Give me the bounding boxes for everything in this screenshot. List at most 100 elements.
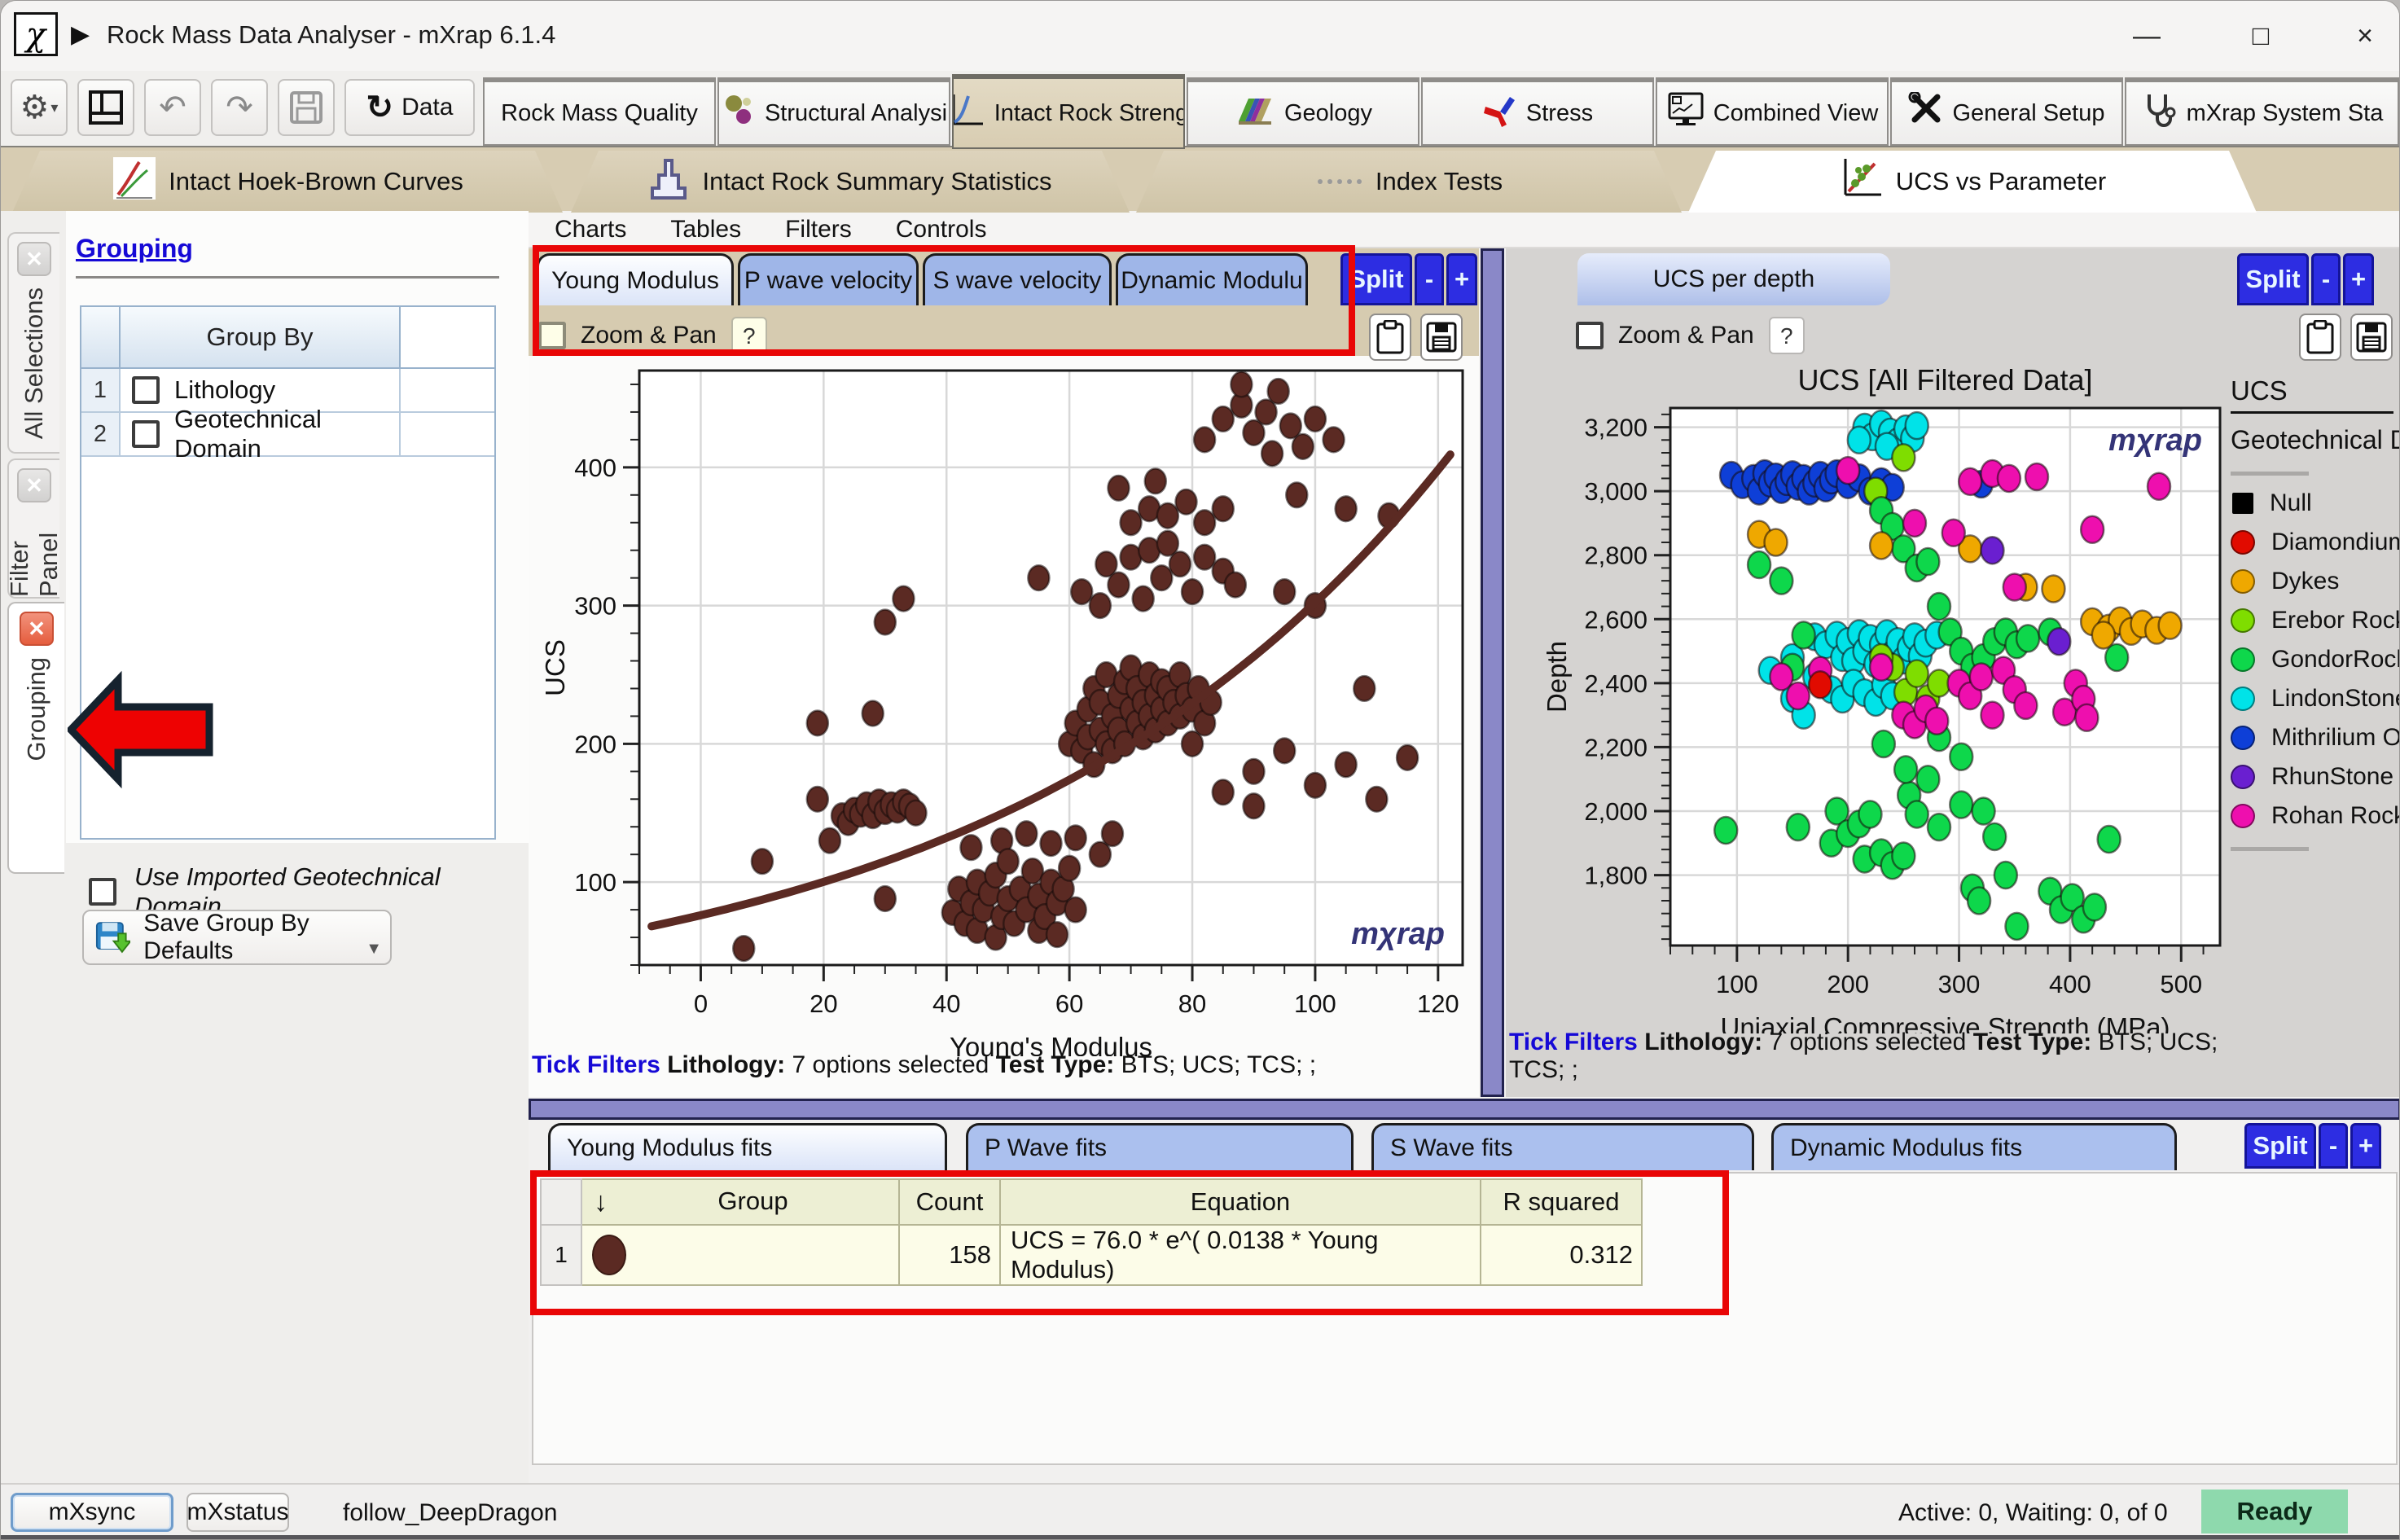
group-column-header[interactable]: ↓Group [581,1179,899,1225]
right-tick-filters: Tick Filters Lithology: 7 options select… [1509,1029,2266,1084]
legend-scroll-grip[interactable] [2231,847,2309,851]
clipboard-icon [1376,320,1404,354]
page-tab-index-tests[interactable]: Index Tests [1136,151,1682,213]
collapse-button[interactable]: - [1415,253,1444,305]
help-button[interactable]: ? [731,317,767,354]
split-button[interactable]: Split [2244,1123,2316,1169]
chart-tab-s-wave-velocity[interactable]: S wave velocity [923,253,1112,305]
vertical-splitter[interactable] [1481,248,1504,1097]
undo-button[interactable]: ↶ [144,79,201,136]
group-by-column-header[interactable]: Group By [121,307,401,367]
fits-tab-s-wave-fits[interactable]: S Wave fits [1371,1123,1754,1170]
legend-item-mithrilium-ore[interactable]: Mithrilium Ore [2231,718,2398,757]
close-icon[interactable]: ✕ [17,468,51,502]
page-tab-intact-rock-summary-statistics[interactable]: Intact Rock Summary Statistics [571,151,1130,213]
expand-button[interactable]: + [2350,1123,2381,1169]
app-tab-rock-mass-quality[interactable]: Rock Mass Quality [483,77,716,146]
chart-tab-young-modulus[interactable]: Young Modulus [537,253,734,305]
menu-filters[interactable]: Filters [785,216,852,244]
app-tab-geology[interactable]: Geology [1187,77,1419,146]
r-squared-column-header[interactable]: R squared [1481,1179,1642,1225]
menu-controls[interactable]: Controls [896,216,987,244]
page-tab-label: Intact Hoek-Brown Curves [169,167,463,196]
geotechnical-domain-checkbox[interactable] [132,420,160,448]
close-button[interactable]: × [2328,15,2400,56]
tick-filters-link[interactable]: Tick Filters [1509,1029,1638,1055]
layout-button[interactable] [77,79,134,136]
save-button[interactable] [278,79,335,136]
expand-button[interactable]: + [1446,253,1477,305]
fits-data-row[interactable]: 1 158 UCS = 76.0 * e^( 0.0138 * Young Mo… [541,1225,1642,1285]
chart-tab-dynamic-modulu[interactable]: Dynamic Modulu [1116,253,1308,305]
app-tab-general-setup[interactable]: General Setup [1890,77,2123,146]
legend-item-erebor-rock[interactable]: Erebor Rock [2231,601,2398,640]
save-chart-button[interactable] [1420,314,1463,361]
fits-tab-p-wave-fits[interactable]: P Wave fits [966,1123,1354,1170]
legend-label: Diamondium Ore [2271,529,2400,556]
legend-scroll-grip[interactable] [2231,472,2309,476]
fits-header-row: ↓Group Count Equation R squared [541,1179,1642,1225]
title-bar: χ ▶ Rock Mass Data Analyser - mXrap 6.1.… [1,1,2399,71]
legend-item-diamondium-ore[interactable]: Diamondium Ore [2231,523,2398,562]
count-column-header[interactable]: Count [899,1179,1000,1225]
legend-item-lindonstone[interactable]: LindonStone [2231,679,2398,718]
mxsync-button[interactable]: mXsync [11,1493,173,1532]
svg-text:60: 60 [1055,989,1083,1018]
maximize-button[interactable]: □ [2224,15,2297,56]
page-tab-label: UCS vs Parameter [1896,167,2106,196]
fits-tab-young-modulus-fits[interactable]: Young Modulus fits [548,1123,947,1170]
close-icon[interactable]: ✕ [20,612,54,646]
data-refresh-button[interactable]: ↻Data [344,79,475,136]
lithology-checkbox[interactable] [132,376,160,404]
app-tab-mxrap-system-sta[interactable]: mXrap System Sta [2125,77,2399,146]
legend-item-rohan-rock[interactable]: Rohan Rock [2231,796,2398,836]
ucs-per-depth-chart[interactable]: 1002003004005001,8002,0002,2002,4002,600… [1506,358,2231,1033]
copy-chart-button[interactable] [1369,314,1411,361]
zoom-pan-checkbox[interactable] [1576,322,1604,349]
split-button[interactable]: Split [2237,253,2309,305]
fits-tab-dynamic-modulus-fits[interactable]: Dynamic Modulus fits [1771,1123,2177,1170]
legend-item-null[interactable]: Null [2231,484,2398,523]
page-tab-ucs-vs-parameter[interactable]: UCS vs Parameter [1688,151,2257,213]
legend-label: LindonStone [2271,685,2400,713]
page-tab-intact-hoek-brown-curves[interactable]: Intact Hoek-Brown Curves [12,151,563,213]
split-button[interactable]: Split [1340,253,1412,305]
page-tab-label: Index Tests [1376,167,1503,196]
legend-item-gondorrock-or-theshine[interactable]: GondorRock or TheShine [2231,640,2398,679]
sidebar-tab-filter-panel[interactable]: ✕Filter Panel [7,458,59,599]
menu-tables[interactable]: Tables [670,216,741,244]
zoom-pan-checkbox[interactable] [538,322,566,349]
save-group-by-defaults-button[interactable]: Save Group By Defaults ▼ [82,910,392,965]
app-tab-stress[interactable]: Stress [1421,77,1654,146]
redo-button[interactable]: ↷ [211,79,268,136]
menu-charts[interactable]: Charts [555,216,626,244]
app-tab-intact-rock-streng[interactable]: Intact Rock Streng [952,74,1185,149]
table-row[interactable]: 2 Geotechnical Domain [81,413,494,457]
tab-ucs-per-depth[interactable]: UCS per depth [1577,253,1890,305]
sidebar-tab-grouping[interactable]: ✕Grouping [7,602,64,874]
equation-column-header[interactable]: Equation [1000,1179,1481,1225]
collapse-button[interactable]: - [2319,1123,2348,1169]
expand-button[interactable]: + [2343,253,2374,305]
close-icon[interactable]: ✕ [17,242,51,276]
app-tab-structural-analysi[interactable]: Structural Analysi [717,77,950,146]
minimize-button[interactable]: — [2110,15,2183,56]
sidebar-tab-all-selections[interactable]: ✕All Selections [7,232,59,454]
tick-filters-link[interactable]: Tick Filters [532,1051,660,1078]
grouping-link[interactable]: Grouping [76,234,193,264]
svg-text:3,000: 3,000 [1584,477,1648,506]
ucs-vs-young-modulus-chart[interactable]: 020406080100120100200300400Young's Modul… [529,358,1479,1056]
save-defaults-label: Save Group By Defaults [143,910,390,965]
save-chart-button[interactable] [2350,314,2393,361]
mxstatus-button[interactable]: mXstatus [186,1493,289,1532]
chart-tab-p-wave-velocity[interactable]: P wave velocity [738,253,919,305]
legend-item-dykes[interactable]: Dykes [2231,562,2398,601]
settings-gear-button[interactable]: ⚙▾ [11,79,68,136]
help-button[interactable]: ? [1769,317,1805,354]
app-tab-combined-view[interactable]: Combined View [1656,77,1889,146]
horizontal-splitter[interactable] [529,1099,2400,1120]
legend-item-rhunstone[interactable]: RhunStone [2231,757,2398,796]
copy-chart-button[interactable] [2299,314,2341,361]
collapse-button[interactable]: - [2311,253,2341,305]
use-imported-checkbox[interactable] [89,878,116,906]
